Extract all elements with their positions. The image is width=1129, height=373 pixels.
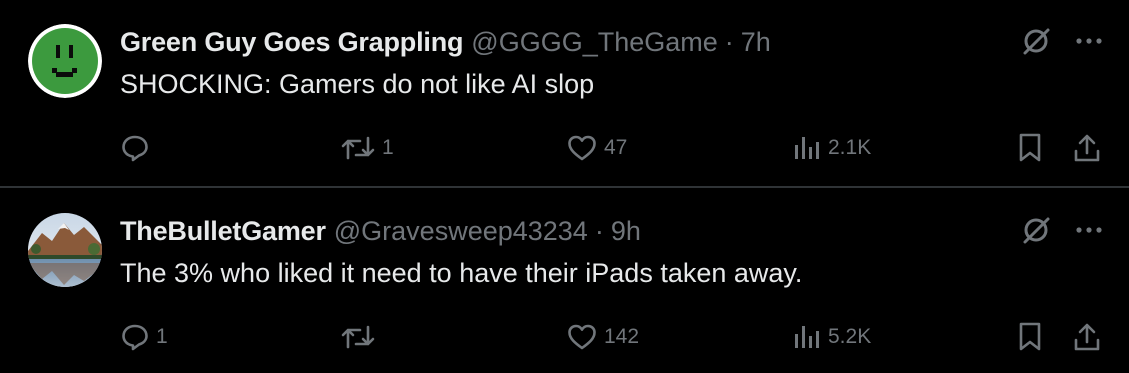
- post-actions: 1 142 5.2K: [0, 319, 1129, 355]
- bookmark-button[interactable]: [1016, 319, 1044, 355]
- reply-button[interactable]: 1: [120, 319, 168, 355]
- like-count: 47: [604, 136, 628, 159]
- bookmark-icon: [1016, 132, 1044, 164]
- share-icon: [1072, 322, 1102, 352]
- grok-icon[interactable]: [1021, 215, 1051, 245]
- share-button[interactable]: [1072, 319, 1102, 355]
- avatar[interactable]: [28, 213, 102, 287]
- more-icon[interactable]: [1075, 37, 1103, 45]
- timeline-feed: Green Guy Goes Grappling @GGGG_TheGame ·…: [0, 0, 1129, 373]
- more-icon[interactable]: [1075, 226, 1103, 234]
- separator: ·: [724, 27, 734, 57]
- grok-icon[interactable]: [1021, 26, 1051, 56]
- share-button[interactable]: [1072, 130, 1102, 166]
- author-handle[interactable]: @Gravesweep43234: [334, 216, 588, 246]
- like-button[interactable]: 47: [566, 130, 627, 166]
- post-text: SHOCKING: Gamers do not like AI slop: [120, 69, 595, 99]
- post-divider: [0, 186, 1129, 188]
- post-header: Green Guy Goes Grappling @GGGG_TheGame ·…: [120, 27, 771, 57]
- reply-button[interactable]: [120, 130, 156, 166]
- post[interactable]: Green Guy Goes Grappling @GGGG_TheGame ·…: [0, 0, 1129, 187]
- retweet-button[interactable]: [340, 319, 382, 355]
- post-text: The 3% who liked it need to have their i…: [120, 258, 803, 288]
- retweet-count: 1: [382, 136, 394, 159]
- separator: ·: [594, 216, 604, 246]
- like-button[interactable]: 142: [566, 319, 639, 355]
- share-icon: [1072, 133, 1102, 163]
- post[interactable]: TheBulletGamer @Gravesweep43234 · 9h The…: [0, 189, 1129, 373]
- views-button[interactable]: 5.2K: [792, 319, 871, 355]
- post-time[interactable]: 9h: [611, 216, 641, 246]
- views-button[interactable]: 2.1K: [792, 130, 871, 166]
- post-top-actions: [1021, 215, 1103, 245]
- reply-count: 1: [156, 325, 168, 348]
- view-count: 2.1K: [828, 136, 872, 159]
- post-top-actions: [1021, 26, 1103, 56]
- avatar[interactable]: [28, 24, 102, 98]
- bookmark-button[interactable]: [1016, 130, 1044, 166]
- views-icon: [792, 322, 822, 352]
- like-count: 142: [604, 325, 640, 348]
- author-name[interactable]: Green Guy Goes Grappling: [120, 27, 463, 57]
- views-icon: [792, 133, 822, 163]
- retweet-button[interactable]: 1: [340, 130, 394, 166]
- retweet-icon: [340, 133, 376, 163]
- view-count: 5.2K: [828, 325, 872, 348]
- author-name[interactable]: TheBulletGamer: [120, 216, 326, 246]
- bookmark-icon: [1016, 321, 1044, 353]
- reply-icon: [120, 133, 150, 163]
- post-header: TheBulletGamer @Gravesweep43234 · 9h: [120, 216, 641, 246]
- author-handle[interactable]: @GGGG_TheGame: [471, 27, 717, 57]
- post-time[interactable]: 7h: [741, 27, 771, 57]
- like-icon: [566, 133, 598, 163]
- like-icon: [566, 322, 598, 352]
- retweet-icon: [340, 322, 376, 352]
- post-actions: 1 47 2.1K: [0, 130, 1129, 166]
- reply-icon: [120, 322, 150, 352]
